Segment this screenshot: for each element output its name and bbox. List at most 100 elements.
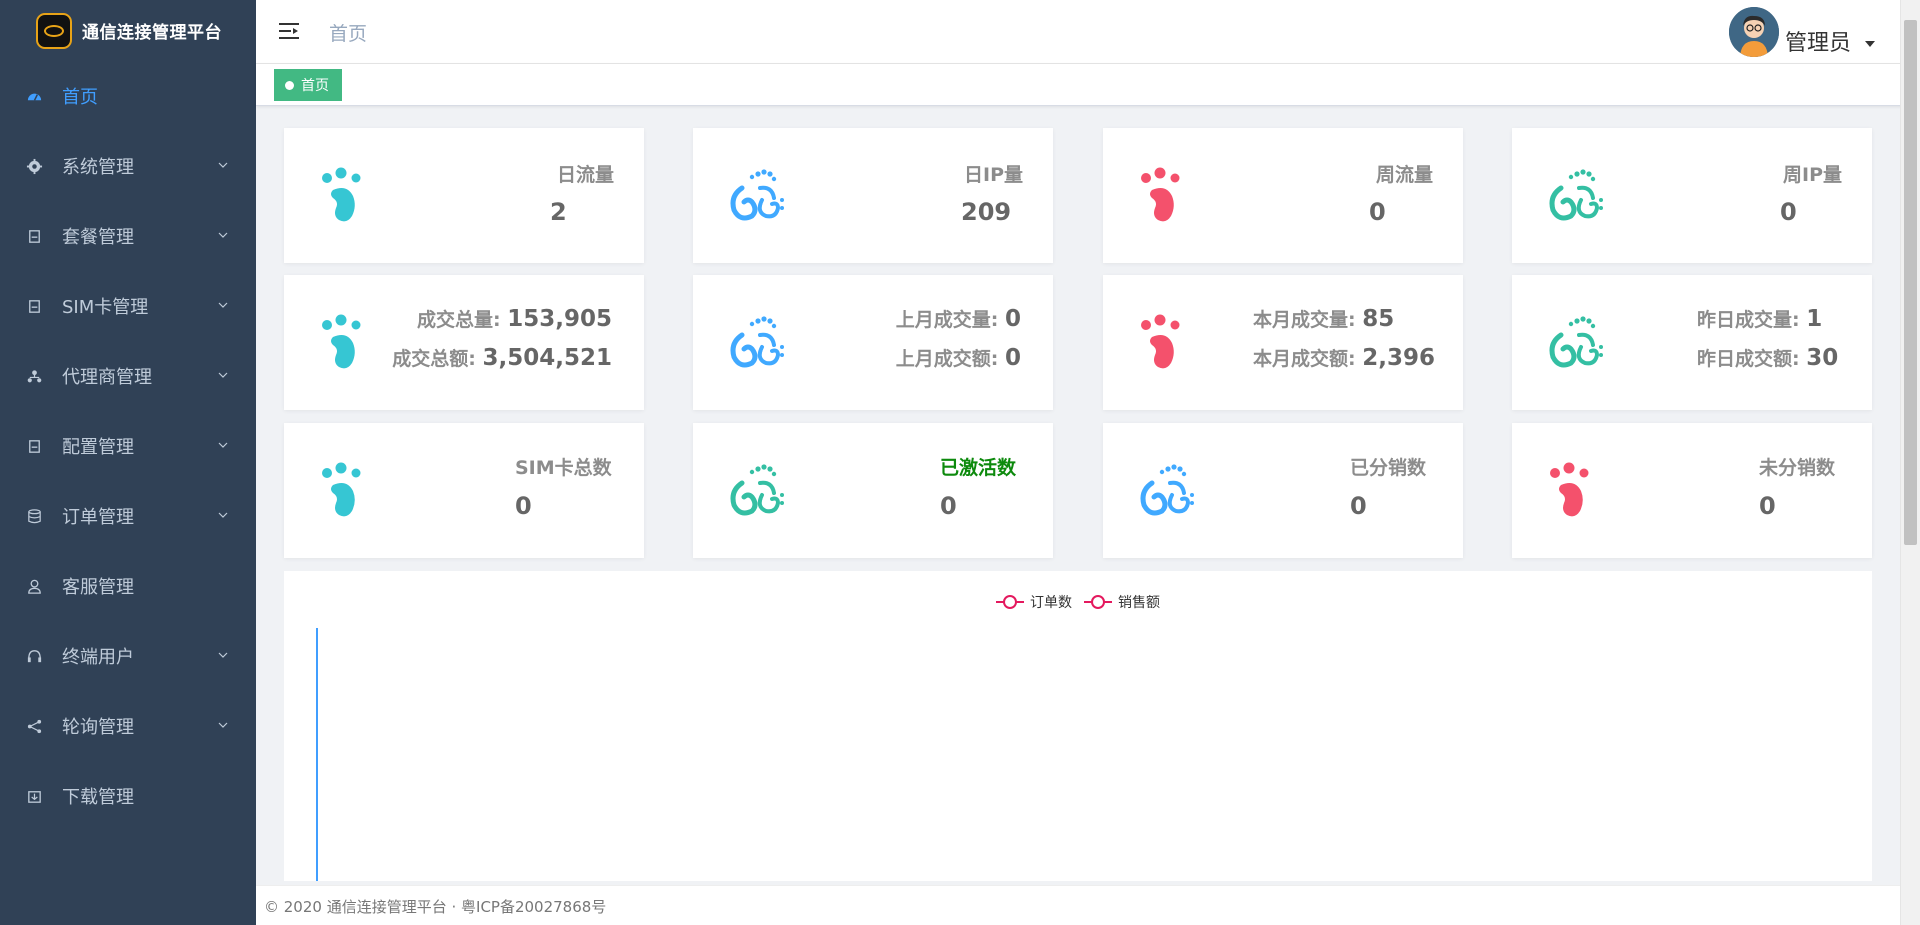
stat-card-this-month[interactable]: 本月成交量: 85 本月成交额: 2,396 <box>1103 275 1463 410</box>
chevron-down-icon <box>218 372 228 378</box>
logo[interactable]: 通信连接管理平台 <box>0 0 256 61</box>
stat-line-2: 昨日成交额: 30 <box>1697 345 1839 371</box>
scrollbar[interactable] <box>1900 0 1920 925</box>
stat-card-activated[interactable]: 已激活数 0 <box>693 423 1053 558</box>
stat-label: SIM卡总数 <box>515 457 612 479</box>
logo-icon <box>36 12 72 49</box>
legend-label: 销售额 <box>1118 595 1160 611</box>
sidebar-item-0[interactable]: 首页 <box>0 61 256 131</box>
footprint-icon <box>319 313 379 373</box>
chevron-down-icon <box>218 722 228 728</box>
stat-card-daily-ip[interactable]: 日IP量 209 <box>693 128 1053 263</box>
legend-item-sales[interactable]: 销售额 <box>1084 592 1160 612</box>
chevron-down-icon <box>218 442 228 448</box>
stat-line-1: 成交总量: 153,905 <box>417 306 612 332</box>
sidebar-item-label: 轮询管理 <box>62 717 134 738</box>
stat-card-last-month[interactable]: 上月成交量: 0 上月成交额: 0 <box>693 275 1053 410</box>
gear-icon <box>24 156 44 176</box>
sidebar-item-3[interactable]: SIM卡管理 <box>0 271 256 341</box>
org-icon <box>24 366 44 386</box>
stat-label: 周流量 <box>1375 164 1433 186</box>
stat-line-2: 本月成交额: 2,396 <box>1253 345 1435 371</box>
footer: © 2020 通信连接管理平台 · 粤ICP备20027868号 <box>256 885 1900 925</box>
user-dropdown[interactable]: 管理员 <box>1728 7 1875 57</box>
sidebar-item-label: 客服管理 <box>62 577 134 598</box>
stat-value: 0 <box>1759 492 1776 520</box>
stat-card-weekly-traffic[interactable]: 周流量 0 <box>1103 128 1463 263</box>
headset-icon <box>24 646 44 666</box>
legend-item-orders[interactable]: 订单数 <box>996 592 1072 612</box>
sidebar-item-7[interactable]: 客服管理 <box>0 551 256 621</box>
sidebar: 通信连接管理平台 首页系统管理套餐管理 SIM卡管理 代理商管理配置管理订单管理客服… <box>0 0 256 925</box>
avatar[interactable] <box>1728 7 1779 57</box>
stat-label: 已激活数 <box>940 457 1017 479</box>
sidebar-item-6[interactable]: 订单管理 <box>0 481 256 551</box>
tag-home[interactable]: 首页 <box>274 69 342 101</box>
sidebar-item-label: 代理商管理 <box>62 367 152 388</box>
legend-line-marker-icon <box>996 595 1024 609</box>
legend-line-marker-icon <box>1084 595 1112 609</box>
dashboard-icon <box>24 86 44 106</box>
footprint-icon <box>319 461 379 521</box>
chart-y-axis <box>316 628 318 881</box>
sidebar-item-label: 订单管理 <box>62 507 134 528</box>
footprint-icon <box>728 461 788 521</box>
sidebar-item-label: 套餐管理 <box>62 227 134 248</box>
sidebar-item-label: SIM卡管理 <box>62 297 149 318</box>
stat-value: 209 <box>961 198 1012 226</box>
database-icon <box>24 506 44 526</box>
footprint-icon <box>319 166 379 226</box>
sidebar-item-label: 终端用户 <box>62 647 134 668</box>
stat-card-weekly-ip[interactable]: 周IP量 0 <box>1512 128 1872 263</box>
chevron-down-icon <box>218 652 228 658</box>
app-title: 通信连接管理平台 <box>82 23 222 43</box>
chevron-down-icon <box>218 302 228 308</box>
stat-label: 周IP量 <box>1783 164 1842 186</box>
caret-down-icon[interactable] <box>1865 41 1875 47</box>
stat-label: 已分销数 <box>1350 457 1427 479</box>
footprint-icon <box>1138 166 1198 226</box>
footprint-icon <box>1547 166 1607 226</box>
tag-dot-icon <box>285 80 294 90</box>
sidebar-item-10[interactable]: 下载管理 <box>0 761 256 831</box>
sidebar-item-5[interactable]: 配置管理 <box>0 411 256 481</box>
stat-label: 日流量 <box>556 164 614 186</box>
config-icon <box>24 436 44 456</box>
stat-label: 未分销数 <box>1759 457 1836 479</box>
stat-card-yesterday[interactable]: 昨日成交量: 1 昨日成交额: 30 <box>1512 275 1872 410</box>
footprint-icon <box>728 313 788 373</box>
breadcrumb[interactable]: 首页 <box>329 19 367 46</box>
stat-card-daily-traffic[interactable]: 日流量 2 <box>284 128 644 263</box>
sidebar-item-1[interactable]: 系统管理 <box>0 131 256 201</box>
sidebar-item-8[interactable]: 终端用户 <box>0 621 256 691</box>
simcard-icon <box>24 296 44 316</box>
chevron-down-icon <box>218 512 228 518</box>
stat-line-1: 上月成交量: 0 <box>895 306 1021 332</box>
sidebar-item-label: 系统管理 <box>62 157 134 178</box>
sidebar-item-2[interactable]: 套餐管理 <box>0 201 256 271</box>
stat-line-1: 本月成交量: 85 <box>1253 306 1395 332</box>
stat-value: 0 <box>940 492 957 520</box>
stat-value: 0 <box>1350 492 1367 520</box>
stat-card-sim-total[interactable]: SIM卡总数 0 <box>284 423 644 558</box>
username[interactable]: 管理员 <box>1785 25 1851 57</box>
hamburger-icon[interactable] <box>278 20 300 42</box>
sidebar-menu: 首页系统管理套餐管理 SIM卡管理 代理商管理配置管理订单管理客服管理终端用户轮询管… <box>0 61 256 831</box>
stat-value: 0 <box>1369 198 1386 226</box>
stat-line-2: 上月成交额: 0 <box>895 345 1021 371</box>
footprint-icon <box>1138 313 1198 373</box>
sidebar-item-label: 配置管理 <box>62 437 134 458</box>
stat-card-distributed[interactable]: 已分销数 0 <box>1103 423 1463 558</box>
package-icon <box>24 226 44 246</box>
scrollbar-thumb[interactable] <box>1904 20 1917 545</box>
stat-card-total-deals[interactable]: 成交总量: 153,905 成交总额: 3,504,521 <box>284 275 644 410</box>
footprint-icon <box>1547 313 1607 373</box>
chart-panel: 订单数 销售额 <box>284 571 1872 881</box>
stat-line-2: 成交总额: 3,504,521 <box>392 345 612 371</box>
sidebar-item-4[interactable]: 代理商管理 <box>0 341 256 411</box>
stat-value: 0 <box>1780 198 1797 226</box>
navbar: 首页 管理员 <box>256 0 1920 64</box>
stat-label: 日IP量 <box>964 164 1023 186</box>
stat-card-undistributed[interactable]: 未分销数 0 <box>1512 423 1872 558</box>
sidebar-item-9[interactable]: 轮询管理 <box>0 691 256 761</box>
